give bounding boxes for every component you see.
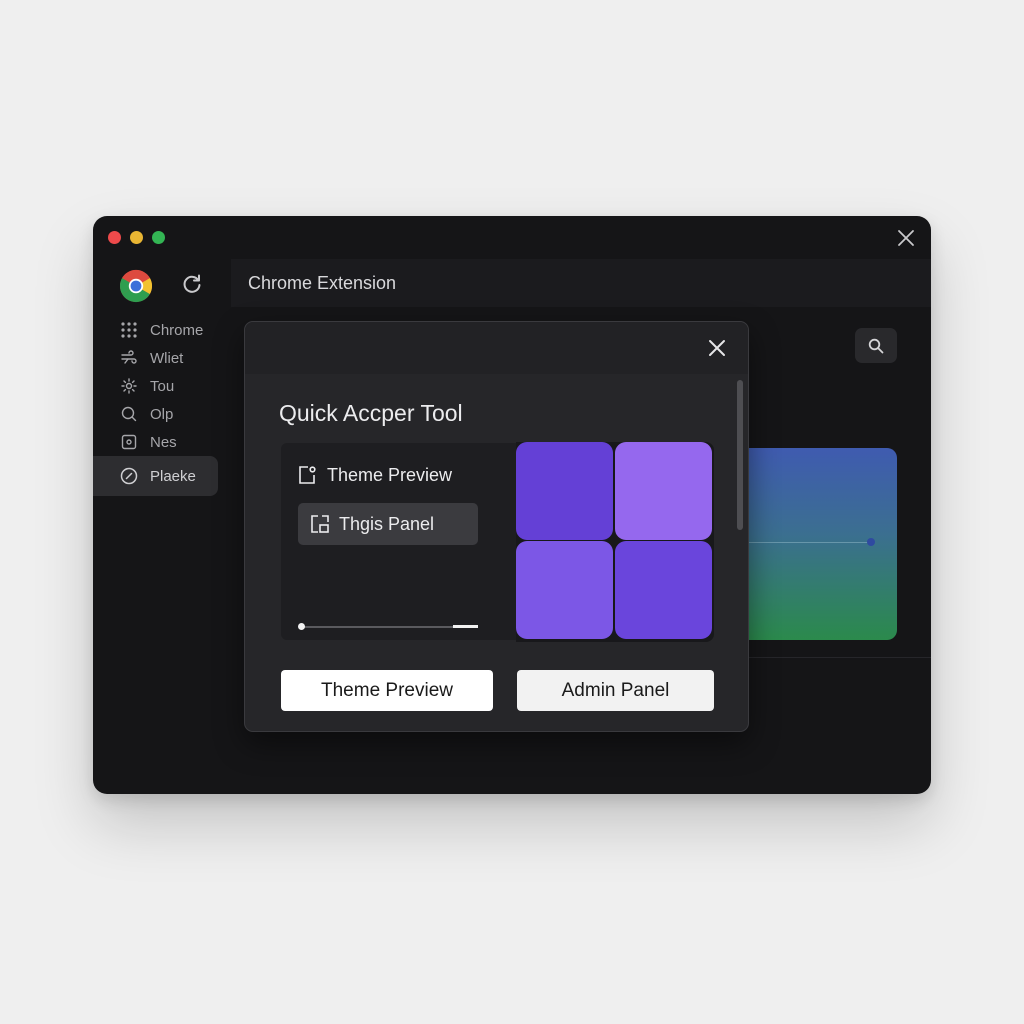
search-button[interactable] — [855, 328, 897, 363]
minimize-window-dot[interactable] — [130, 231, 143, 244]
color-tile[interactable] — [615, 541, 712, 639]
background-divider — [733, 657, 931, 658]
sidebar-item-label: Wliet — [150, 349, 184, 367]
slider-track[interactable] — [301, 626, 478, 628]
sidebar-item-label: Tou — [150, 377, 175, 395]
theme-preview-button[interactable]: Theme Preview — [281, 670, 493, 711]
slider-end-marker — [453, 625, 478, 628]
sidebar-item-label: Nes — [150, 433, 177, 451]
quick-tool-dialog: Quick Accper Tool Theme Preview Thgis Pa… — [244, 321, 749, 732]
dialog-header — [245, 322, 748, 374]
close-window-dot[interactable] — [108, 231, 121, 244]
search-icon — [868, 338, 884, 353]
close-icon[interactable] — [705, 336, 729, 360]
compass-icon — [120, 467, 138, 485]
sidebar-item-chrome[interactable]: Chrome — [93, 316, 218, 344]
admin-panel-button[interactable]: Admin Panel — [517, 670, 714, 711]
option-label: Thgis Panel — [339, 513, 435, 534]
dialog-title: Quick Accper Tool — [279, 400, 463, 426]
sidebar-item-wliet[interactable]: Wliet — [93, 344, 218, 372]
wind-icon — [120, 349, 138, 367]
option-thgis-panel[interactable]: Thgis Panel — [298, 503, 478, 545]
theme-preview-tiles — [516, 442, 714, 642]
maximize-window-dot[interactable] — [152, 231, 165, 244]
page-title: Chrome Extension — [248, 272, 397, 293]
bubble-icon — [120, 405, 138, 423]
sidebar-item-label: Olp — [150, 405, 174, 423]
chrome-logo-icon — [119, 269, 153, 303]
dialog-scrollbar[interactable] — [737, 380, 743, 530]
color-tile[interactable] — [516, 541, 613, 639]
color-tile[interactable] — [516, 442, 613, 540]
sidebar-item-olp[interactable]: Olp — [93, 400, 218, 428]
sidebar-item-nes[interactable]: Nes — [93, 428, 218, 456]
sidebar-item-plaeke[interactable]: Plaeke — [93, 456, 218, 496]
reload-icon[interactable] — [181, 273, 203, 295]
background-dot — [867, 538, 875, 546]
color-tile[interactable] — [615, 442, 712, 540]
sidebar-item-label: Chrome — [150, 321, 204, 339]
options-panel: Theme Preview Thgis Panel — [281, 443, 516, 640]
content-header: Chrome Extension — [231, 259, 931, 307]
panel-icon — [311, 515, 329, 533]
sidebar-item-label: Plaeke — [150, 467, 196, 485]
frame-icon — [299, 466, 316, 484]
sidebar-item-tou[interactable]: Tou — [93, 372, 218, 400]
settings-icon — [120, 377, 138, 395]
background-line — [748, 542, 868, 543]
option-theme-preview[interactable]: Theme Preview — [297, 461, 452, 489]
close-icon[interactable] — [895, 227, 917, 249]
option-label: Theme Preview — [327, 464, 453, 485]
slider-handle[interactable] — [298, 623, 305, 630]
square-icon — [120, 433, 138, 451]
grid-icon — [120, 321, 138, 339]
